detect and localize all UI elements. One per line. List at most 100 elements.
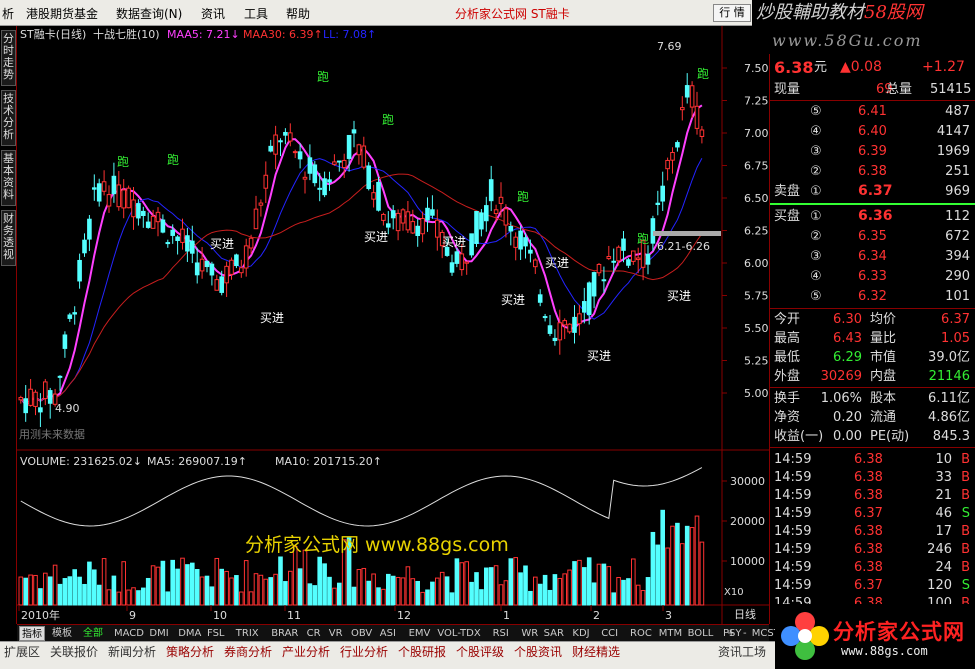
candle bbox=[126, 187, 131, 209]
candle bbox=[635, 257, 641, 261]
indicator-tab[interactable]: 模板 bbox=[50, 626, 74, 641]
candle bbox=[577, 313, 582, 325]
ask-row[interactable]: ② 6.38 251 bbox=[770, 162, 975, 181]
indicator-tab[interactable]: BRAR bbox=[269, 626, 300, 641]
indicator-tab[interactable]: ASI bbox=[378, 626, 398, 641]
menu-item-hk-futures[interactable]: 港股期货基金 bbox=[26, 5, 98, 22]
bottom-menu-item[interactable]: 财经精选 bbox=[572, 643, 620, 660]
bottom-menu-item[interactable]: 产业分析 bbox=[282, 643, 330, 660]
menu-item-tools[interactable]: 工具 bbox=[244, 5, 268, 22]
tab-financials[interactable]: 财务透视 bbox=[1, 210, 16, 266]
stat-label: 换手 bbox=[774, 391, 801, 406]
price-tick-label: 7.50 bbox=[744, 62, 769, 75]
bottom-menu-item[interactable]: 个股资讯 bbox=[514, 643, 562, 660]
volume-bar bbox=[479, 589, 484, 606]
candle bbox=[219, 276, 224, 293]
candle bbox=[190, 240, 195, 254]
ask-row[interactable]: 卖盘 ① 6.37 969 bbox=[770, 182, 975, 201]
volume-bar bbox=[150, 565, 156, 606]
kline-chart-area[interactable]: 跑跑跑跑跑跑跑买进 买进 买进 买进 买进 买进 买进 买进 ST融卡(日线) 十战七胜(10… bbox=[17, 26, 769, 624]
chart-watermark: 用测未来数据 bbox=[19, 427, 85, 441]
menu-item-news[interactable]: 资讯 bbox=[201, 5, 225, 22]
indicator-tab[interactable]: MACD bbox=[112, 626, 146, 641]
info-workshop-button[interactable]: 资讯工场 bbox=[718, 643, 766, 660]
indicator-tab[interactable]: VR bbox=[327, 626, 345, 641]
indicator-tab[interactable]: 指标 bbox=[19, 626, 45, 641]
stat-row: 最低 6.29 市值 39.0亿 bbox=[770, 348, 975, 367]
tick-volume: 21 bbox=[935, 488, 952, 503]
indicator-tab[interactable]: MTM bbox=[657, 626, 684, 641]
run-signal-label: 跑 bbox=[382, 113, 394, 127]
menu-item-analysis[interactable]: 析 bbox=[2, 5, 14, 22]
indicator-tab[interactable]: BOLL bbox=[686, 626, 716, 641]
quote-button[interactable]: 行 情 bbox=[713, 4, 751, 22]
volume-bar bbox=[312, 585, 318, 606]
buy-signal-label: 买进 bbox=[364, 230, 388, 244]
indicator-tab[interactable]: CR bbox=[305, 626, 323, 641]
stat-row: 外盘 30269 内盘 21146 bbox=[770, 367, 975, 386]
bid-row[interactable]: ⑤ 6.32 101 bbox=[770, 287, 975, 306]
bid-row[interactable]: ④ 6.33 290 bbox=[770, 267, 975, 286]
candle bbox=[689, 85, 695, 108]
tick-volume: 17 bbox=[935, 524, 952, 539]
indicator-tab[interactable]: OBV bbox=[349, 626, 374, 641]
volume-bar bbox=[533, 576, 538, 606]
volume-bar bbox=[82, 583, 87, 606]
stat-row: 净资 0.20 流通 4.86亿 bbox=[770, 408, 975, 427]
indicator-tab[interactable]: CCI bbox=[599, 626, 620, 641]
indicator-name: 十战七胜(10) bbox=[93, 27, 160, 41]
price-tick-label: 5.00 bbox=[744, 387, 769, 400]
candle bbox=[38, 407, 43, 413]
bottom-menu-item[interactable]: 新闻分析 bbox=[108, 643, 156, 660]
indicator-tab[interactable]: KDJ bbox=[570, 626, 591, 641]
plus-button[interactable]: + bbox=[725, 626, 737, 641]
bid-row[interactable]: 买盘 ① 6.36 112 bbox=[770, 207, 975, 226]
tick-time: 14:59 bbox=[774, 506, 812, 521]
indicator-tab[interactable]: VOL-TDX bbox=[435, 626, 482, 641]
bottom-menu-item[interactable]: 关联报价 bbox=[50, 643, 98, 660]
volume-bar bbox=[190, 562, 195, 606]
last-price: 6.38 bbox=[774, 58, 814, 77]
bottom-menu-item[interactable]: 行业分析 bbox=[340, 643, 388, 660]
ask-level: ④ bbox=[810, 124, 822, 139]
indicator-tab[interactable]: FSL bbox=[205, 626, 227, 641]
tab-fundamentals[interactable]: 基本资料 bbox=[1, 150, 16, 206]
indicator-tab[interactable]: SAR bbox=[542, 626, 566, 641]
price-tick-label: 6.50 bbox=[744, 192, 769, 205]
bottom-menu-item[interactable]: 券商分析 bbox=[224, 643, 272, 660]
indicator-tab[interactable]: DMA bbox=[176, 626, 203, 641]
indicator-tab[interactable]: RSI bbox=[491, 626, 511, 641]
bottom-menu-item[interactable]: 个股研报 bbox=[398, 643, 446, 660]
ask-row[interactable]: ⑤ 6.41 487 bbox=[770, 102, 975, 121]
logo-url: www.88gs.com bbox=[841, 644, 928, 658]
ask-row[interactable]: ③ 6.39 1969 bbox=[770, 142, 975, 161]
bid-row[interactable]: ② 6.35 672 bbox=[770, 227, 975, 246]
bottom-menu-item[interactable]: 个股评级 bbox=[456, 643, 504, 660]
menu-item-help[interactable]: 帮助 bbox=[286, 5, 310, 22]
tab-intraday[interactable]: 分时走势 bbox=[1, 30, 16, 86]
stat-value: 6.43 bbox=[833, 331, 862, 346]
indicator-tab[interactable]: EMV bbox=[407, 626, 433, 641]
indicator-tab[interactable]: WR bbox=[519, 626, 540, 641]
brand-text: 炒股輔助教材 bbox=[756, 2, 864, 23]
volume-bar bbox=[243, 560, 249, 606]
ask-row[interactable]: ④ 6.40 4147 bbox=[770, 122, 975, 141]
candle bbox=[513, 236, 518, 248]
menu-item-data-query[interactable]: 数据查询(N) bbox=[116, 5, 182, 22]
indicator-tab[interactable]: TRIX bbox=[234, 626, 261, 641]
candle bbox=[239, 267, 244, 274]
kline-chart-svg[interactable]: 跑跑跑跑跑跑跑买进 买进 买进买进买进买进买进买进 ST融卡(日线) 十战七胜(10… bbox=[17, 26, 769, 624]
minus-button[interactable]: - bbox=[741, 626, 749, 641]
volume-bar bbox=[469, 581, 474, 606]
candle bbox=[106, 194, 112, 207]
bottom-menu-item[interactable]: 扩展区 bbox=[4, 643, 40, 660]
candle bbox=[547, 325, 553, 334]
indicator-tab[interactable]: ROC bbox=[628, 626, 654, 641]
volume-bar bbox=[430, 581, 435, 606]
indicator-tab[interactable]: DMI bbox=[147, 626, 170, 641]
bid-row[interactable]: ③ 6.34 394 bbox=[770, 247, 975, 266]
indicator-tab[interactable]: 全部 bbox=[81, 626, 105, 641]
bottom-menu-item[interactable]: 策略分析 bbox=[166, 643, 214, 660]
candle bbox=[582, 301, 587, 313]
tab-technical[interactable]: 技术分析 bbox=[1, 90, 16, 146]
